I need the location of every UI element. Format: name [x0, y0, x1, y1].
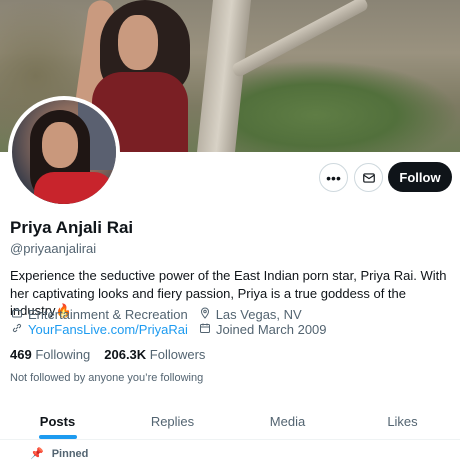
profile-category: Entertainment & Recreation	[28, 307, 188, 322]
followers-count: 206.3K	[104, 347, 147, 362]
tab-media[interactable]: Media	[230, 404, 345, 439]
briefcase-icon	[10, 307, 24, 322]
profile-tabs: Posts Replies Media Likes	[0, 404, 460, 440]
profile-handle: @priyaanjalirai	[10, 241, 97, 256]
pinned-indicator: 📌 Pinned	[30, 447, 88, 460]
more-dots-icon: •••	[326, 169, 341, 186]
profile-name: Priya Anjali Rai	[10, 218, 134, 237]
tab-label: Replies	[150, 414, 195, 429]
profile-website-link[interactable]: YourFansLive.com/PriyaRai	[28, 322, 188, 337]
profile-location: Las Vegas, NV	[215, 307, 302, 322]
mail-icon	[362, 172, 375, 183]
followers-link[interactable]: 206.3K Followers	[104, 347, 205, 362]
tab-label: Posts	[39, 414, 76, 429]
tab-label: Media	[269, 414, 306, 429]
pinned-label: Pinned	[51, 447, 89, 460]
following-link[interactable]: 469 Following	[10, 347, 90, 362]
message-button[interactable]	[354, 163, 383, 192]
avatar[interactable]	[8, 96, 120, 208]
following-count: 469	[10, 347, 32, 362]
more-button[interactable]: •••	[319, 163, 348, 192]
profile-meta-row: Entertainment & Recreation Las Vegas, NV	[10, 307, 312, 322]
pin-icon: 📌	[30, 448, 44, 460]
follow-stats: 469 Following 206.3K Followers	[10, 347, 219, 362]
active-tab-indicator	[38, 435, 77, 439]
location-icon	[198, 307, 212, 322]
follow-button[interactable]: Follow	[388, 162, 452, 192]
tab-likes[interactable]: Likes	[345, 404, 460, 439]
profile-meta-row-2: YourFansLive.com/PriyaRai Joined March 2…	[10, 322, 337, 337]
tab-replies[interactable]: Replies	[115, 404, 230, 439]
followers-label: Followers	[149, 347, 206, 362]
tab-posts[interactable]: Posts	[0, 404, 115, 439]
tab-label: Likes	[387, 414, 418, 429]
calendar-icon	[198, 322, 212, 337]
following-label: Following	[35, 347, 91, 362]
link-icon	[10, 322, 24, 337]
profile-joined: Joined March 2009	[215, 322, 327, 337]
not-followed-note: Not followed by anyone you’re following	[10, 372, 204, 384]
